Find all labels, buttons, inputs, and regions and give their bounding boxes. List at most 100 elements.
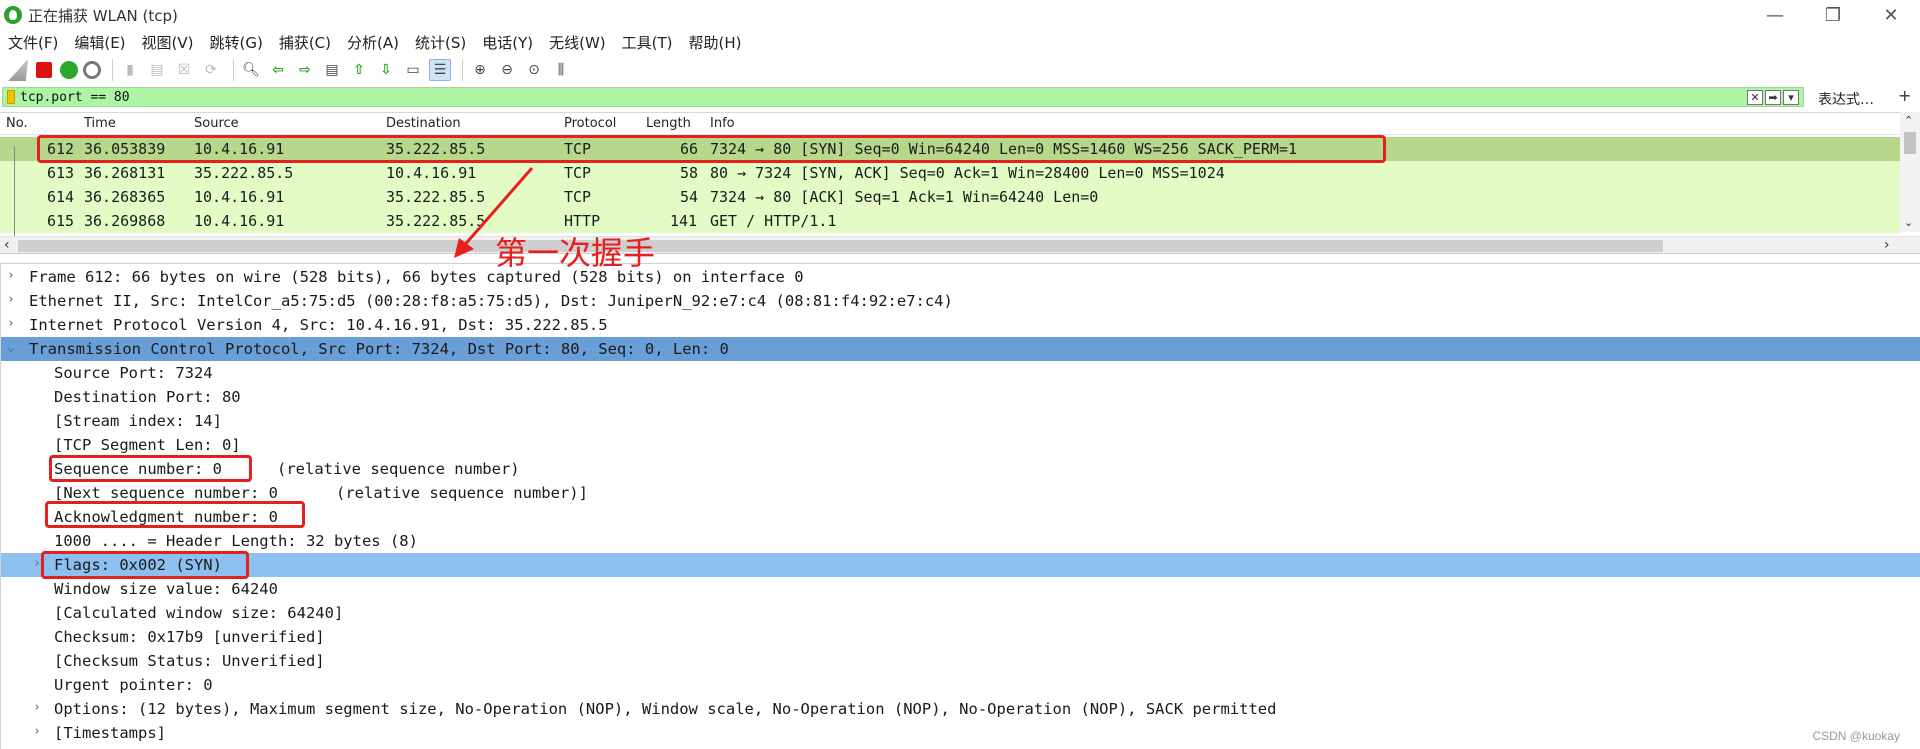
detail-tcp-checksum-status[interactable]: [Checksum Status: Unverified] bbox=[1, 649, 1920, 673]
packet-info: 7324 → 80 [ACK] Seq=1 Ack=1 Win=64240 Le… bbox=[710, 188, 1099, 206]
menu-file[interactable]: 文件(F) bbox=[0, 32, 66, 53]
filter-buttons: ✕ ➡ ▾ bbox=[1745, 90, 1799, 105]
zoom-in-icon[interactable]: ⊕ bbox=[469, 59, 491, 81]
first-packet-icon[interactable]: ⇧ bbox=[348, 59, 370, 81]
expand-chevron-icon[interactable]: › bbox=[7, 316, 21, 332]
packet-row[interactable]: 612 36.053839 10.4.16.91 35.222.85.5 TCP… bbox=[0, 137, 1900, 161]
annotation-label: 第一次握手 bbox=[495, 234, 656, 272]
go-to-packet-icon[interactable]: ▤ bbox=[321, 59, 343, 81]
detail-tcp-ack[interactable]: Acknowledgment number: 0 bbox=[1, 505, 1920, 529]
scroll-thumb[interactable] bbox=[18, 240, 1663, 252]
scroll-up-icon[interactable]: ⌃ bbox=[1904, 114, 1913, 127]
normal-size-icon[interactable]: ⊙ bbox=[523, 59, 545, 81]
menu-help[interactable]: 帮助(H) bbox=[681, 32, 750, 53]
packet-row[interactable]: 615 36.269868 10.4.16.91 35.222.85.5 HTT… bbox=[0, 209, 1900, 233]
detail-tcp-checksum[interactable]: Checksum: 0x17b9 [unverified] bbox=[1, 625, 1920, 649]
detail-frame[interactable]: › Frame 612: 66 bytes on wire (528 bits)… bbox=[1, 265, 1920, 289]
zoom-out-icon[interactable]: ⊖ bbox=[496, 59, 518, 81]
shark-fin-icon[interactable] bbox=[8, 59, 28, 81]
packet-time: 36.053839 bbox=[84, 140, 166, 158]
menu-view[interactable]: 视图(V) bbox=[134, 32, 202, 53]
expand-chevron-icon[interactable]: › bbox=[33, 556, 47, 572]
packet-row[interactable]: 614 36.268365 10.4.16.91 35.222.85.5 TCP… bbox=[0, 185, 1900, 209]
packet-length: 141 bbox=[670, 212, 698, 230]
menu-tools[interactable]: 工具(T) bbox=[614, 32, 681, 53]
detail-tcp-next-seq[interactable]: [Next sequence number: 0 (relative seque… bbox=[1, 481, 1920, 505]
packet-row[interactable]: 613 36.268131 35.222.85.5 10.4.16.91 TCP… bbox=[0, 161, 1900, 185]
packet-destination: 35.222.85.5 bbox=[386, 140, 486, 158]
column-header-no[interactable]: No. bbox=[6, 116, 28, 131]
apply-filter-icon[interactable]: ➡ bbox=[1765, 90, 1781, 105]
column-header-time[interactable]: Time bbox=[84, 116, 116, 131]
expand-chevron-icon[interactable]: › bbox=[7, 268, 21, 284]
packet-source: 10.4.16.91 bbox=[194, 212, 285, 230]
detail-tcp-urgent[interactable]: Urgent pointer: 0 bbox=[1, 673, 1920, 697]
menu-telephony[interactable]: 电话(Y) bbox=[474, 32, 541, 53]
detail-ip[interactable]: › Internet Protocol Version 4, Src: 10.4… bbox=[1, 313, 1920, 337]
title-bar: 正在捕获 WLAN (tcp) — ❐ ✕ bbox=[0, 0, 1920, 30]
collapse-chevron-icon[interactable]: ⌄ bbox=[7, 340, 21, 356]
packet-list-horizontal-scrollbar[interactable]: ‹ › bbox=[0, 236, 1920, 254]
resize-columns-icon[interactable]: ⫼ bbox=[550, 59, 572, 81]
detail-tcp-window[interactable]: Window size value: 64240 bbox=[1, 577, 1920, 601]
column-header-protocol[interactable]: Protocol bbox=[564, 116, 616, 131]
colorize-icon[interactable]: ☰ bbox=[429, 59, 451, 81]
expand-chevron-icon[interactable]: › bbox=[7, 292, 21, 308]
detail-ethernet[interactable]: › Ethernet II, Src: IntelCor_a5:75:d5 (0… bbox=[1, 289, 1920, 313]
maximize-button[interactable]: ❐ bbox=[1804, 0, 1862, 30]
column-header-info[interactable]: Info bbox=[710, 116, 735, 131]
packet-length: 58 bbox=[680, 164, 699, 182]
save-file-icon[interactable]: ▤ bbox=[146, 59, 168, 81]
detail-tcp[interactable]: ⌄ Transmission Control Protocol, Src Por… bbox=[1, 337, 1920, 361]
capture-options-icon[interactable] bbox=[83, 61, 101, 79]
detail-tcp-src-port[interactable]: Source Port: 7324 bbox=[1, 361, 1920, 385]
detail-tcp-seq[interactable]: Sequence number: 0 (relative sequence nu… bbox=[1, 457, 1920, 481]
menu-go[interactable]: 跳转(G) bbox=[202, 32, 271, 53]
menu-wireless[interactable]: 无线(W) bbox=[541, 32, 614, 53]
reload-icon[interactable]: ⟳ bbox=[200, 59, 222, 81]
filter-bookmark-icon[interactable] bbox=[7, 90, 15, 104]
recent-filters-dropdown-icon[interactable]: ▾ bbox=[1783, 90, 1799, 105]
scroll-right-icon[interactable]: › bbox=[1884, 237, 1890, 253]
column-header-source[interactable]: Source bbox=[194, 116, 239, 131]
column-header-destination[interactable]: Destination bbox=[386, 116, 461, 131]
detail-tcp-header-len[interactable]: 1000 .... = Header Length: 32 bytes (8) bbox=[1, 529, 1920, 553]
display-filter-input[interactable]: tcp.port == 80 ✕ ➡ ▾ bbox=[2, 87, 1804, 107]
packet-list-vertical-scrollbar[interactable]: ⌃ ⌄ bbox=[1900, 112, 1920, 232]
detail-tcp-calc-window[interactable]: [Calculated window size: 64240] bbox=[1, 601, 1920, 625]
column-header-length[interactable]: Length bbox=[646, 116, 691, 131]
close-file-icon[interactable]: ☒ bbox=[173, 59, 195, 81]
expand-chevron-icon[interactable]: › bbox=[33, 700, 47, 716]
find-icon[interactable]: 🔍︎ bbox=[240, 59, 262, 81]
minimize-button[interactable]: — bbox=[1746, 0, 1804, 30]
clear-filter-icon[interactable]: ✕ bbox=[1747, 90, 1763, 105]
scroll-down-icon[interactable]: ⌄ bbox=[1904, 216, 1913, 229]
open-file-icon[interactable]: ▮ bbox=[119, 59, 141, 81]
close-window-button[interactable]: ✕ bbox=[1862, 0, 1920, 30]
filter-value[interactable]: tcp.port == 80 bbox=[20, 90, 130, 105]
expand-chevron-icon[interactable]: › bbox=[33, 724, 47, 740]
menu-analyze[interactable]: 分析(A) bbox=[339, 32, 407, 53]
packet-destination: 10.4.16.91 bbox=[386, 164, 477, 182]
go-back-icon[interactable]: ⇦ bbox=[267, 59, 289, 81]
menu-capture[interactable]: 捕获(C) bbox=[271, 32, 339, 53]
stop-capture-icon[interactable] bbox=[36, 62, 52, 78]
auto-scroll-icon[interactable]: ▭ bbox=[402, 59, 424, 81]
detail-tcp-segment-len[interactable]: [TCP Segment Len: 0] bbox=[1, 433, 1920, 457]
detail-tcp-stream-index[interactable]: [Stream index: 14] bbox=[1, 409, 1920, 433]
menu-edit[interactable]: 编辑(E) bbox=[66, 32, 133, 53]
packet-details-pane: › Frame 612: 66 bytes on wire (528 bits)… bbox=[0, 263, 1920, 749]
restart-capture-icon[interactable] bbox=[60, 61, 78, 79]
last-packet-icon[interactable]: ⇩ bbox=[375, 59, 397, 81]
detail-tcp-timestamps[interactable]: › [Timestamps] bbox=[1, 721, 1920, 745]
add-filter-button[interactable]: + bbox=[1898, 86, 1911, 105]
scroll-thumb[interactable] bbox=[1904, 132, 1916, 154]
detail-tcp-options[interactable]: › Options: (12 bytes), Maximum segment s… bbox=[1, 697, 1920, 721]
menu-statistics[interactable]: 统计(S) bbox=[407, 32, 474, 53]
expression-button[interactable]: 表达式… bbox=[1818, 89, 1874, 109]
detail-tcp-dst-port[interactable]: Destination Port: 80 bbox=[1, 385, 1920, 409]
detail-tcp-flags[interactable]: › Flags: 0x002 (SYN) bbox=[1, 553, 1920, 577]
packet-source: 10.4.16.91 bbox=[194, 140, 285, 158]
scroll-left-icon[interactable]: ‹ bbox=[4, 237, 10, 253]
go-forward-icon[interactable]: ⇨ bbox=[294, 59, 316, 81]
